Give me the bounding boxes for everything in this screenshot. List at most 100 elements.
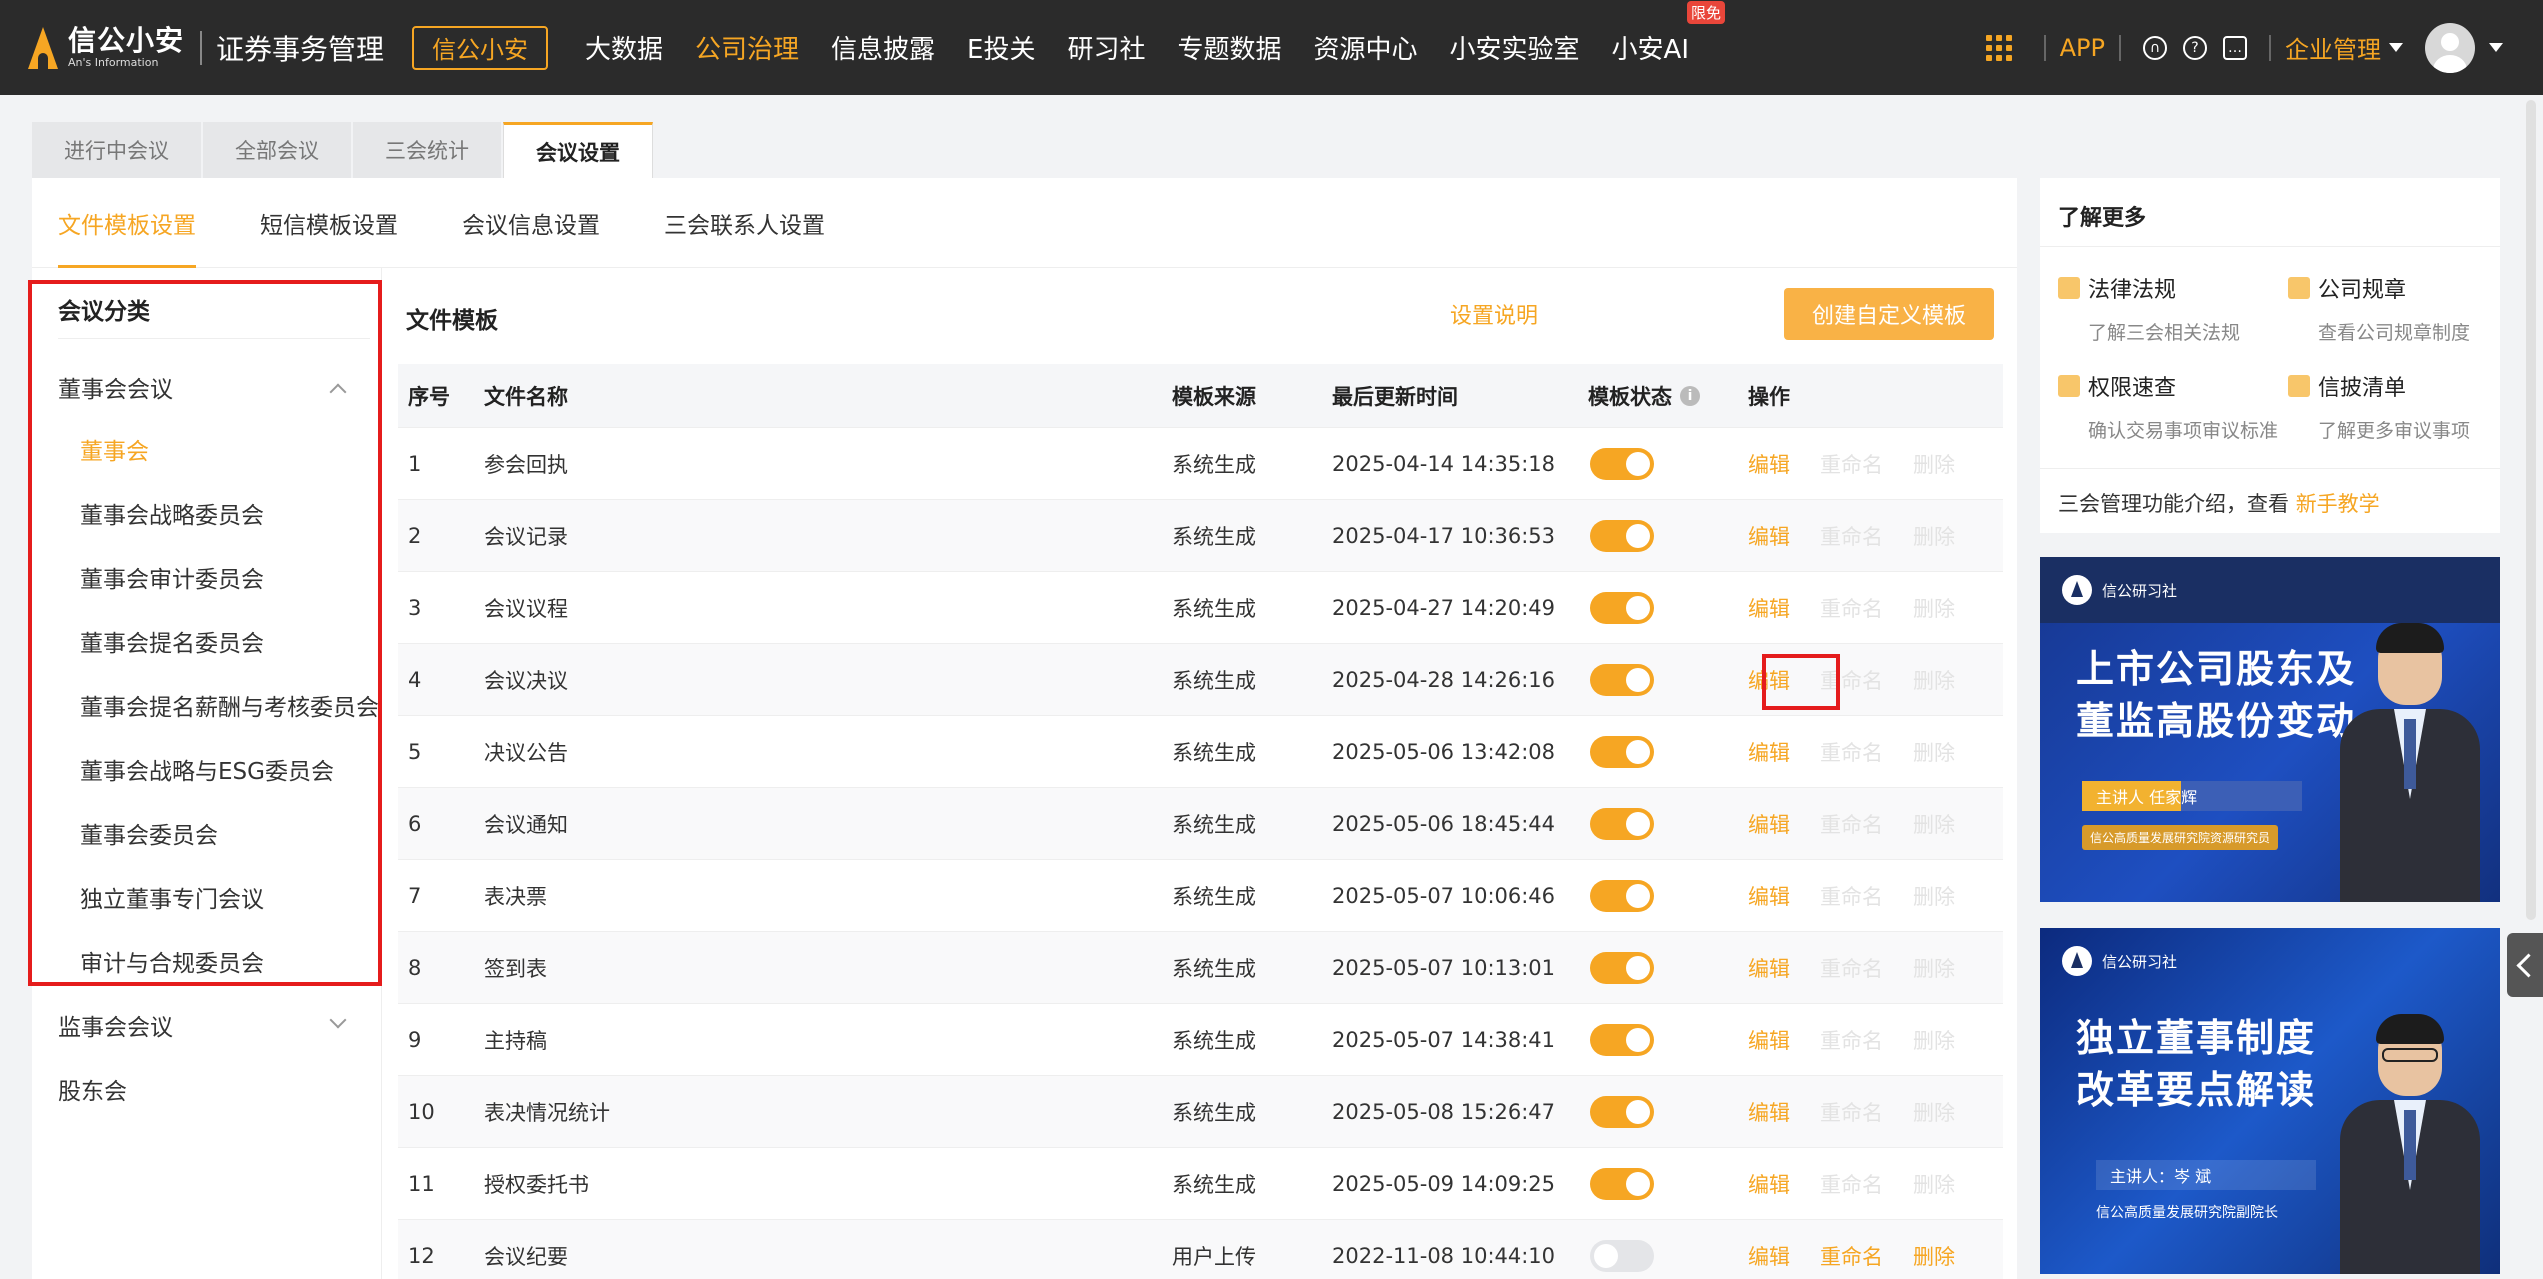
sidebar-group-board[interactable]: 董事会会议: [58, 370, 173, 404]
rename-button[interactable]: 重命名: [1820, 881, 1883, 911]
nav-item-ai[interactable]: 小安AI 限免: [1612, 1, 1726, 66]
subtab-sms-templates[interactable]: 短信模板设置: [260, 178, 398, 268]
status-toggle[interactable]: [1590, 1239, 1654, 1272]
status-toggle[interactable]: [1590, 735, 1654, 768]
status-toggle[interactable]: [1590, 447, 1654, 480]
nav-item-academy[interactable]: 研习社: [1067, 29, 1145, 66]
tab-all-meetings[interactable]: 全部会议: [203, 122, 351, 178]
course-banner[interactable]: 信公研习社 上市公司股东及 董监高股份变动 主讲人 任家辉 信公高质量发展研究院…: [2040, 557, 2500, 902]
subtab-file-templates[interactable]: 文件模板设置: [58, 178, 196, 268]
edit-button[interactable]: 编辑: [1748, 1169, 1790, 1199]
status-toggle[interactable]: [1590, 879, 1654, 912]
edit-button[interactable]: 编辑: [1748, 1097, 1790, 1127]
rename-button[interactable]: 重命名: [1820, 737, 1883, 767]
nav-item-governance[interactable]: 公司治理: [695, 29, 799, 66]
chevron-down-icon[interactable]: [329, 1011, 347, 1029]
edit-button[interactable]: 编辑: [1748, 1241, 1790, 1271]
edit-button[interactable]: 编辑: [1748, 881, 1790, 911]
nav-item-lab[interactable]: 小安实验室: [1450, 29, 1580, 66]
status-toggle[interactable]: [1590, 663, 1654, 696]
apps-grid-icon[interactable]: [1985, 34, 2012, 61]
settings-help-link[interactable]: 设置说明: [1450, 298, 1538, 330]
tab-ongoing-meetings[interactable]: 进行中会议: [32, 122, 201, 178]
help-icon[interactable]: ?: [2183, 35, 2207, 60]
status-toggle[interactable]: [1590, 591, 1654, 624]
status-toggle[interactable]: [1590, 1023, 1654, 1056]
rename-button[interactable]: 重命名: [1820, 809, 1883, 839]
edit-button[interactable]: 编辑: [1748, 737, 1790, 767]
sidebar-item-compensation-committee[interactable]: 董事会提名薪酬与考核委员会: [80, 688, 379, 722]
delete-button[interactable]: 删除: [1913, 449, 1955, 479]
tab-meeting-settings[interactable]: 会议设置: [503, 122, 653, 178]
edit-button[interactable]: 编辑: [1748, 1025, 1790, 1055]
app-link[interactable]: APP: [2060, 34, 2105, 62]
delete-button[interactable]: 删除: [1913, 1025, 1955, 1055]
subtab-meeting-info[interactable]: 会议信息设置: [462, 178, 600, 268]
status-toggle[interactable]: [1590, 519, 1654, 552]
course-banner[interactable]: 信公研习社 独立董事制度 改革要点解读 主讲人：岑 斌 信公高质量发展研究院副院…: [2040, 928, 2500, 1274]
chevron-down-icon[interactable]: [2389, 43, 2403, 52]
delete-button[interactable]: 删除: [1913, 1169, 1955, 1199]
learn-card-authority[interactable]: 权限速查 确认交易事项审议标准: [2058, 370, 2278, 443]
headset-icon[interactable]: ∩: [2143, 35, 2167, 60]
nav-item-disclosure[interactable]: 信息披露: [831, 29, 935, 66]
delete-button[interactable]: 删除: [1913, 665, 1955, 695]
create-template-button[interactable]: 创建自定义模板: [1784, 288, 1994, 340]
learn-card-laws[interactable]: 法律法规 了解三会相关法规: [2058, 272, 2278, 345]
brand-switch-button[interactable]: 信公小安: [412, 25, 549, 70]
chevron-down-icon[interactable]: [2489, 43, 2503, 52]
sidebar-item-audit-compliance[interactable]: 审计与合规委员会: [80, 944, 264, 978]
edit-button[interactable]: 编辑: [1748, 953, 1790, 983]
delete-button[interactable]: 删除: [1913, 809, 1955, 839]
learn-card-rules[interactable]: 公司规章 查看公司规章制度: [2288, 272, 2508, 345]
nav-item-topic-data[interactable]: 专题数据: [1178, 29, 1282, 66]
delete-button[interactable]: 删除: [1913, 737, 1955, 767]
delete-button[interactable]: 删除: [1913, 593, 1955, 623]
delete-button[interactable]: 删除: [1913, 1097, 1955, 1127]
learn-card-disclosure[interactable]: 信披清单 了解更多审议事项: [2288, 370, 2508, 443]
edit-button[interactable]: 编辑: [1748, 665, 1790, 695]
rename-button[interactable]: 重命名: [1820, 593, 1883, 623]
edit-button[interactable]: 编辑: [1748, 809, 1790, 839]
sidebar-item-independent-directors[interactable]: 独立董事专门会议: [80, 880, 264, 914]
brand-logo[interactable]: 信公小安 An's Information 证券事务管理 信公小安: [28, 20, 549, 75]
tab-three-meetings-stats[interactable]: 三会统计: [353, 122, 501, 178]
chevron-up-icon[interactable]: [329, 383, 347, 401]
beginner-tutorial-link[interactable]: 新手教学: [2296, 492, 2380, 516]
rename-button[interactable]: 重命名: [1820, 1097, 1883, 1127]
sidebar-item-audit-committee[interactable]: 董事会审计委员会: [80, 560, 264, 594]
sidebar-group-supervisory[interactable]: 监事会会议: [58, 1008, 173, 1042]
rename-button[interactable]: 重命名: [1820, 1241, 1883, 1271]
delete-button[interactable]: 删除: [1913, 881, 1955, 911]
edit-button[interactable]: 编辑: [1748, 449, 1790, 479]
message-icon[interactable]: …: [2223, 35, 2247, 60]
enterprise-menu[interactable]: 企业管理: [2285, 30, 2381, 65]
collapse-panel-button[interactable]: [2507, 933, 2543, 997]
sidebar-item-nomination-committee[interactable]: 董事会提名委员会: [80, 624, 264, 658]
sidebar-item-board[interactable]: 董事会: [80, 432, 149, 466]
delete-button[interactable]: 删除: [1913, 521, 1955, 551]
nav-item-e-ir[interactable]: E投关: [967, 29, 1035, 66]
rename-button[interactable]: 重命名: [1820, 953, 1883, 983]
delete-button[interactable]: 删除: [1913, 953, 1955, 983]
scrollbar[interactable]: [2526, 100, 2536, 920]
edit-button[interactable]: 编辑: [1748, 593, 1790, 623]
rename-button[interactable]: 重命名: [1820, 1025, 1883, 1055]
rename-button[interactable]: 重命名: [1820, 521, 1883, 551]
sidebar-item-esg-committee[interactable]: 董事会战略与ESG委员会: [80, 752, 334, 786]
sidebar-group-shareholders[interactable]: 股东会: [58, 1072, 127, 1106]
status-toggle[interactable]: [1590, 807, 1654, 840]
status-toggle[interactable]: [1590, 951, 1654, 984]
subtab-contacts[interactable]: 三会联系人设置: [664, 178, 825, 268]
rename-button[interactable]: 重命名: [1820, 665, 1883, 695]
sidebar-item-board-committee[interactable]: 董事会委员会: [80, 816, 218, 850]
nav-item-resources[interactable]: 资源中心: [1314, 29, 1418, 66]
nav-item-bigdata[interactable]: 大数据: [585, 29, 663, 66]
status-toggle[interactable]: [1590, 1095, 1654, 1128]
delete-button[interactable]: 删除: [1913, 1241, 1955, 1271]
status-toggle[interactable]: [1590, 1167, 1654, 1200]
edit-button[interactable]: 编辑: [1748, 521, 1790, 551]
sidebar-item-strategy-committee[interactable]: 董事会战略委员会: [80, 496, 264, 530]
avatar[interactable]: [2425, 22, 2475, 73]
info-icon[interactable]: i: [1680, 385, 1700, 406]
